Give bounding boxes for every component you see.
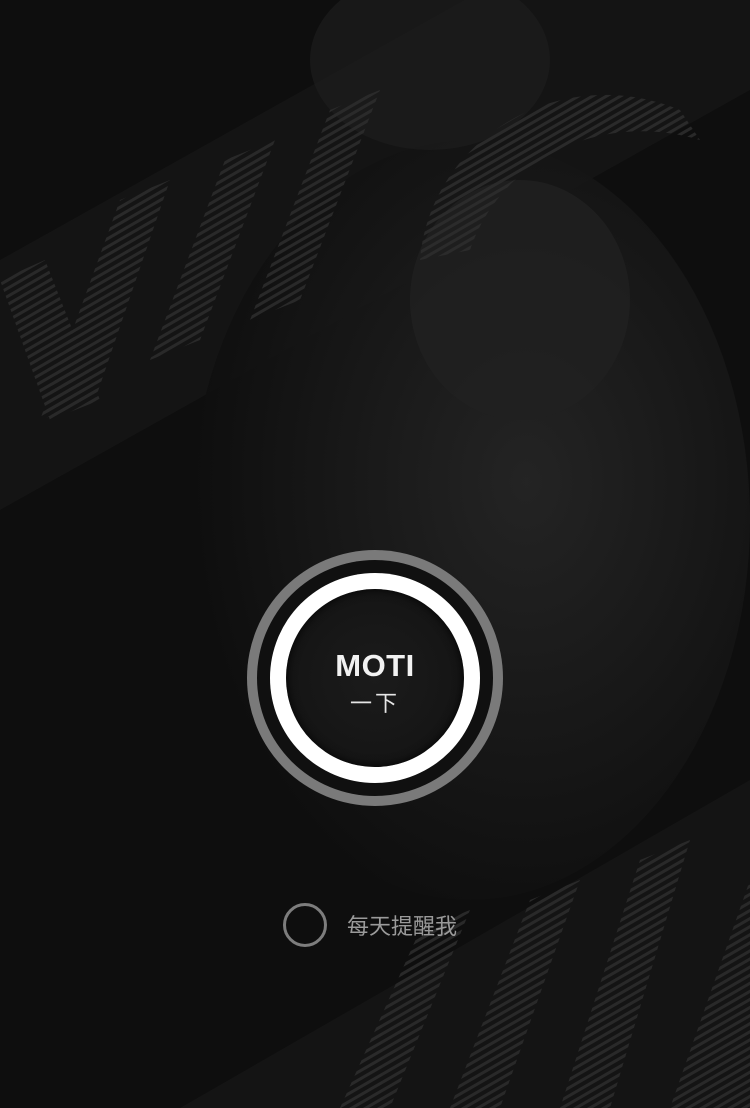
daily-reminder-toggle[interactable]: 每天提醒我: [283, 900, 483, 950]
moti-subtitle: 一下: [349, 692, 400, 717]
reminder-label: 每天提醒我: [347, 915, 458, 940]
moti-button[interactable]: MOTI 一下: [247, 550, 503, 806]
reminder-checkbox[interactable]: [283, 903, 327, 947]
moti-title: MOTI: [335, 648, 415, 683]
